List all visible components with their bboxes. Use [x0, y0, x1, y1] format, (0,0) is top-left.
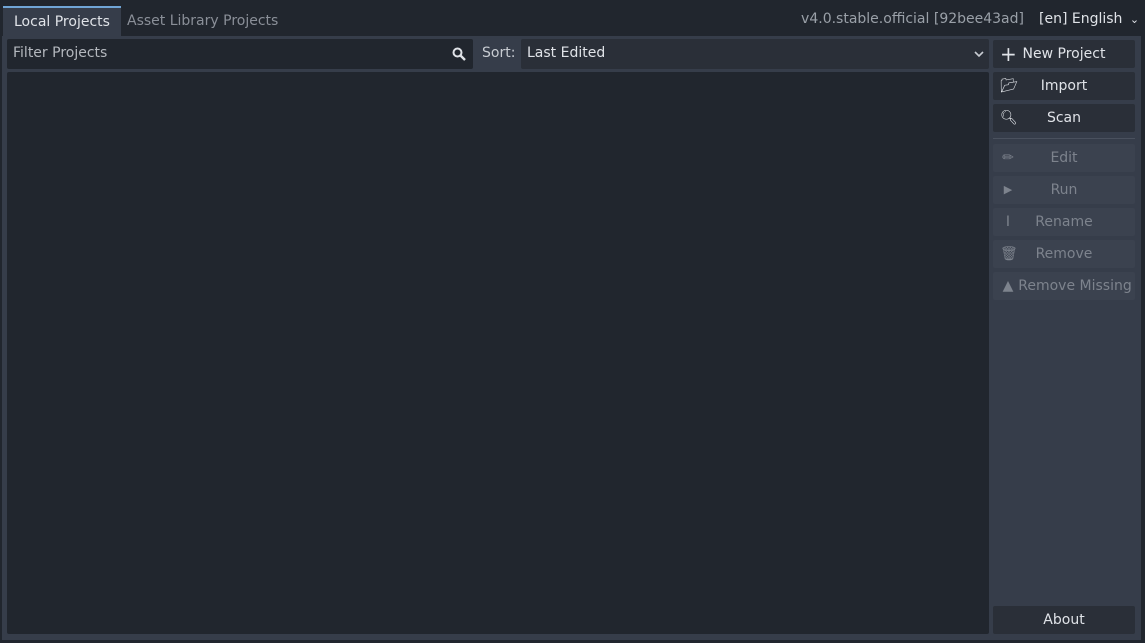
new-project-label: New Project	[1022, 46, 1106, 62]
filter-projects-input[interactable]: Filter Projects	[7, 39, 473, 69]
text-cursor-icon: I	[1005, 214, 1011, 230]
rename-button[interactable]: I Rename	[993, 208, 1135, 236]
scan-button[interactable]: 🔍︎ Scan	[993, 104, 1135, 132]
edit-label: Edit	[1050, 150, 1078, 166]
remove-missing-label: Remove Missing	[1018, 278, 1132, 294]
about-button[interactable]: About	[993, 606, 1135, 634]
trash-icon: 🗑︎	[1000, 246, 1018, 262]
tab-local-projects[interactable]: Local Projects	[3, 6, 121, 36]
language-label: [en] English	[1039, 11, 1123, 27]
rename-label: Rename	[1035, 214, 1093, 230]
play-icon: ▶	[1003, 183, 1013, 196]
language-selector[interactable]: [en] English ⌄	[1039, 11, 1139, 27]
remove-missing-button[interactable]: ▲ Remove Missing	[993, 272, 1135, 300]
sort-label: Sort:	[482, 45, 516, 61]
remove-label: Remove	[1035, 246, 1093, 262]
folder-icon: 📂︎	[1000, 78, 1018, 94]
search-icon: 🔍︎	[1000, 110, 1018, 126]
run-button[interactable]: ▶ Run	[993, 176, 1135, 204]
search-icon	[452, 47, 466, 61]
scan-label: Scan	[1046, 110, 1082, 126]
remove-button[interactable]: 🗑︎ Remove	[993, 240, 1135, 268]
import-label: Import	[1040, 78, 1088, 94]
version-label: v4.0.stable.official [92bee43ad]	[801, 11, 1024, 27]
broom-icon: ▲	[1002, 278, 1014, 294]
separator	[993, 138, 1135, 139]
project-list[interactable]	[7, 72, 989, 634]
about-label: About	[1043, 612, 1085, 628]
filter-placeholder: Filter Projects	[13, 45, 108, 61]
plus-icon: +	[1000, 42, 1017, 66]
pencil-icon: ✏︎	[1002, 150, 1014, 166]
tab-asset-library-projects[interactable]: Asset Library Projects	[116, 7, 289, 37]
edit-button[interactable]: ✏︎ Edit	[993, 144, 1135, 172]
chevron-down-icon	[974, 51, 984, 58]
sort-selected: Last Edited	[527, 45, 606, 61]
import-button[interactable]: 📂︎ Import	[993, 72, 1135, 100]
sort-dropdown[interactable]: Last Edited	[521, 39, 989, 69]
run-label: Run	[1050, 182, 1078, 198]
new-project-button[interactable]: + New Project	[993, 40, 1135, 68]
chevron-down-icon: ⌄	[1129, 13, 1140, 26]
